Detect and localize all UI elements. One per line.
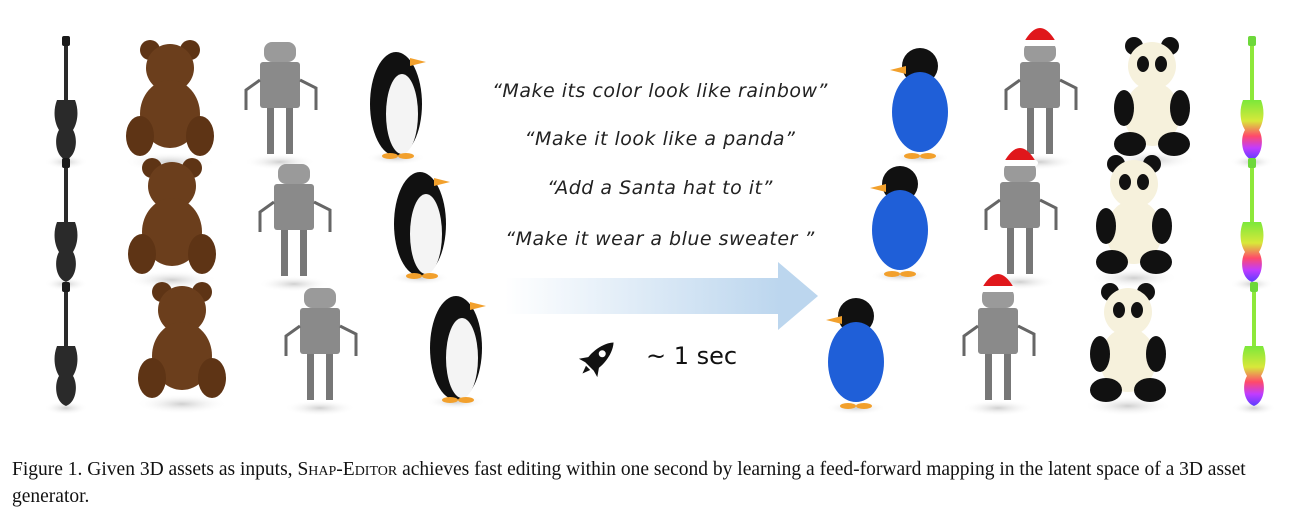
guitar-icon — [1230, 36, 1274, 169]
prompt-blue-sweater: “Make it wear a blue sweater ” — [505, 228, 815, 250]
robot-icon — [962, 274, 1034, 416]
robot-icon — [1004, 28, 1076, 170]
penguin-icon — [426, 296, 486, 409]
figure-caption: Figure 1. Given 3D assets as inputs, Sha… — [12, 456, 1302, 510]
penguin-icon — [366, 52, 426, 165]
guitar-icon — [1230, 158, 1274, 291]
prompt-panda: “Make it look like a panda” — [524, 128, 796, 150]
panda-icon — [1084, 283, 1172, 416]
guitar-icon — [44, 282, 88, 415]
panda-icon — [1108, 37, 1196, 170]
guitar-icon — [44, 36, 88, 169]
penguin-icon — [870, 166, 930, 283]
arrow-right-icon — [505, 262, 818, 330]
panda-icon — [1090, 155, 1178, 288]
input-assets — [44, 36, 486, 418]
teddy-bear-icon — [126, 158, 218, 290]
prompt-santa-hat: “Add a Santa hat to it” — [547, 177, 773, 199]
guitar-icon — [44, 158, 88, 291]
robot-icon — [282, 286, 358, 418]
teddy-bear-icon — [136, 282, 228, 414]
guitar-icon — [1232, 282, 1276, 415]
teddy-bear-icon — [124, 40, 216, 172]
penguin-icon — [826, 298, 886, 415]
caption-prefix: Figure 1. Given 3D assets as inputs, — [12, 459, 298, 480]
edited-assets — [826, 28, 1276, 416]
penguin-icon — [890, 48, 950, 165]
speed-label: ~ 1 sec — [646, 342, 738, 370]
rocket-icon — [578, 342, 614, 378]
penguin-icon — [390, 172, 450, 285]
method-name: Shap-Editor — [297, 459, 398, 480]
robot-icon — [242, 40, 318, 172]
robot-icon — [256, 162, 332, 294]
prompt-rainbow: “Make its color look like rainbow” — [492, 80, 828, 102]
